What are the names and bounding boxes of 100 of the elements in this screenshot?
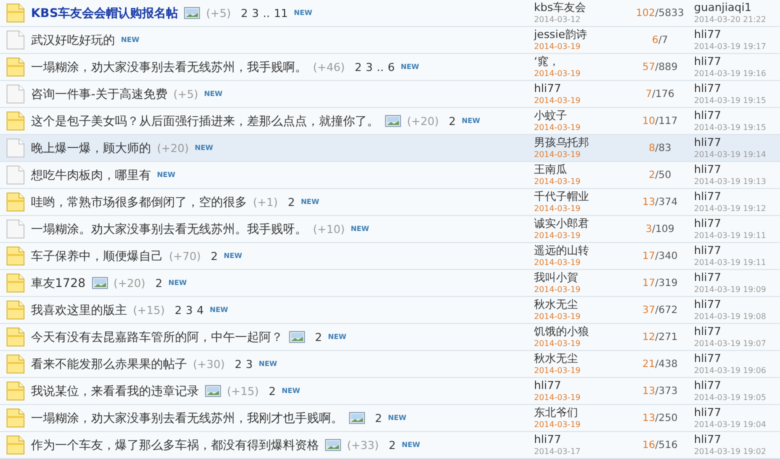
view-count: /516	[655, 440, 678, 450]
author-link[interactable]: 小蚊子	[534, 109, 567, 122]
rating-score: (+30)	[193, 358, 225, 370]
reply-count: 13	[642, 412, 656, 424]
author-link[interactable]: 千代子帽业	[534, 190, 589, 203]
reply-count: 37	[642, 304, 656, 316]
thread-title-link[interactable]: 一塌糊涂，劝大家没事别去看无线苏州，我手贱啊。	[31, 58, 307, 76]
last-post-time: 2014-03-20 21:22	[694, 14, 766, 25]
thread-title-link[interactable]: 这个是包子美女吗？从后面强行插进来，差那么点点，就撞你了。	[31, 112, 379, 130]
author-link[interactable]: hli77	[534, 379, 562, 392]
last-poster-link[interactable]: hli77	[694, 298, 722, 311]
page-link[interactable]: 2	[388, 438, 396, 452]
last-poster-link[interactable]: hli77	[694, 109, 722, 122]
page-link[interactable]: 2	[174, 304, 182, 316]
page-link[interactable]: 4	[196, 304, 204, 316]
author-link[interactable]: 王南瓜	[534, 163, 567, 176]
page-link[interactable]: ..	[262, 6, 270, 20]
author-link[interactable]: hli77	[534, 433, 562, 446]
thread-title-link[interactable]: 想吃牛肉板肉，哪里有	[31, 166, 151, 184]
author-link[interactable]: 我叫小賀	[534, 271, 578, 284]
last-post-time: 2014-03-19 19:11	[694, 230, 766, 241]
last-poster-link[interactable]: hli77	[694, 271, 722, 284]
author-link[interactable]: 男孩乌托邦	[534, 136, 589, 149]
page-link[interactable]: 3	[252, 6, 259, 20]
page-link[interactable]: 11	[274, 6, 288, 20]
view-count: /7	[658, 34, 668, 46]
author-link[interactable]: hli77	[534, 82, 562, 95]
last-poster-link[interactable]: hli77	[694, 217, 722, 230]
rating-score: (+5)	[173, 88, 198, 100]
reply-count: 16	[642, 440, 656, 450]
view-count: /889	[655, 62, 678, 72]
page-link[interactable]: 2	[155, 276, 162, 290]
last-post-time: 2014-03-19 19:08	[694, 311, 766, 322]
thread-title-link[interactable]: KBS车友会会帽认购报名帖	[31, 4, 178, 22]
thread-title-link[interactable]: 作为一个车友，爆了那么多车祸，都没有得到爆料资格	[31, 436, 319, 454]
last-poster-link[interactable]: hli77	[694, 28, 722, 41]
page-link[interactable]: 2	[375, 412, 382, 424]
page-link[interactable]: ..	[376, 60, 384, 74]
page-link[interactable]: 3	[366, 60, 373, 74]
last-poster-link[interactable]: hli77	[694, 379, 722, 392]
page-link[interactable]: 2	[315, 330, 322, 344]
author-link[interactable]: 诚实小郎君	[534, 217, 589, 230]
author-link[interactable]: 饥饿的小狼	[534, 325, 589, 338]
thread-title-link[interactable]: 车子保养中，顺便爆自己	[31, 248, 163, 264]
last-poster-link[interactable]: hli77	[694, 352, 722, 365]
page-link[interactable]: 2	[354, 60, 362, 74]
thread-title-link[interactable]: 我喜欢这里的版主	[31, 302, 127, 318]
thread-title-link[interactable]: 咨询一件事-关于高速免费	[31, 86, 168, 102]
last-poster-link[interactable]: guanjiaqi1	[694, 1, 752, 14]
thread-title-link[interactable]: 哇哟，常熟市场很多都倒闭了，空的很多	[31, 194, 247, 210]
post-date: 2014-03-19	[534, 122, 580, 133]
rating-score: (+33)	[347, 438, 379, 452]
author-link[interactable]: 秋水无尘	[534, 352, 578, 365]
view-count: /83	[655, 142, 672, 154]
reply-count: 6	[652, 34, 658, 46]
page-link[interactable]: 3	[246, 358, 253, 370]
last-post-time: 2014-03-19 19:02	[694, 446, 766, 457]
thread-title-link[interactable]: 一塌糊涂。劝大家没事别去看无线苏州。我手贱呀。	[31, 220, 307, 238]
view-count: /271	[655, 332, 678, 342]
last-poster-link[interactable]: hli77	[694, 406, 722, 419]
thread-title-link[interactable]: 我说某位，来看看我的违章记录	[31, 382, 199, 400]
thread-title-link[interactable]: 武汉好吃好玩的	[31, 32, 115, 48]
view-count: /109	[652, 224, 674, 234]
last-poster-link[interactable]: hli77	[694, 190, 722, 203]
author-link[interactable]: 东北爷们	[534, 406, 578, 419]
thread-title-link[interactable]: 看来不能发那么赤果果的帖子	[31, 356, 187, 372]
page-link[interactable]: 3	[186, 304, 193, 316]
last-poster-link[interactable]: hli77	[694, 244, 722, 257]
last-poster-link[interactable]: hli77	[694, 325, 722, 338]
last-post-time: 2014-03-19 19:11	[694, 257, 766, 268]
author-link[interactable]: 秋水无尘	[534, 298, 578, 311]
author-link[interactable]: kbs车友会	[534, 1, 586, 14]
author-link[interactable]: jessie韵诗	[534, 28, 588, 41]
thread-title-link[interactable]: 車友1728	[31, 274, 86, 292]
page-link[interactable]: 2	[268, 384, 276, 398]
last-post-time: 2014-03-19 19:14	[694, 149, 766, 160]
reply-count: 12	[642, 332, 656, 342]
view-count: /319	[655, 278, 678, 288]
last-post-time: 2014-03-19 19:16	[694, 68, 766, 79]
thread-title-link[interactable]: 一塌糊涂，劝大家没事别去看无线苏州，我刚才也手贱啊。	[31, 410, 343, 426]
last-poster-link[interactable]: hli77	[694, 82, 722, 95]
last-poster-link[interactable]: hli77	[694, 433, 722, 446]
author-link[interactable]: ‘窕，	[534, 55, 560, 68]
view-count: /438	[655, 358, 678, 370]
page-link[interactable]: 2	[234, 358, 242, 370]
reply-count: 102	[636, 8, 656, 18]
thread-title-link[interactable]: 今天有没有去昆嘉路车管所的阿，中午一起阿？	[31, 328, 283, 346]
page-link[interactable]: 2	[288, 196, 295, 208]
last-poster-link[interactable]: hli77	[694, 136, 722, 149]
reply-count: 57	[642, 62, 656, 72]
post-date: 2014-03-12	[534, 14, 580, 25]
page-link[interactable]: 2	[210, 250, 218, 262]
thread-title-link[interactable]: 晚上爆一爆，顾大师的	[31, 140, 151, 156]
last-poster-link[interactable]: hli77	[694, 163, 722, 176]
page-link[interactable]: 2	[240, 6, 248, 20]
page-link[interactable]: 6	[388, 60, 395, 74]
page-link[interactable]: 2	[448, 114, 456, 128]
post-date: 2014-03-19	[534, 365, 580, 376]
author-link[interactable]: 遥远的山转	[534, 244, 589, 257]
last-poster-link[interactable]: hli77	[694, 55, 722, 68]
